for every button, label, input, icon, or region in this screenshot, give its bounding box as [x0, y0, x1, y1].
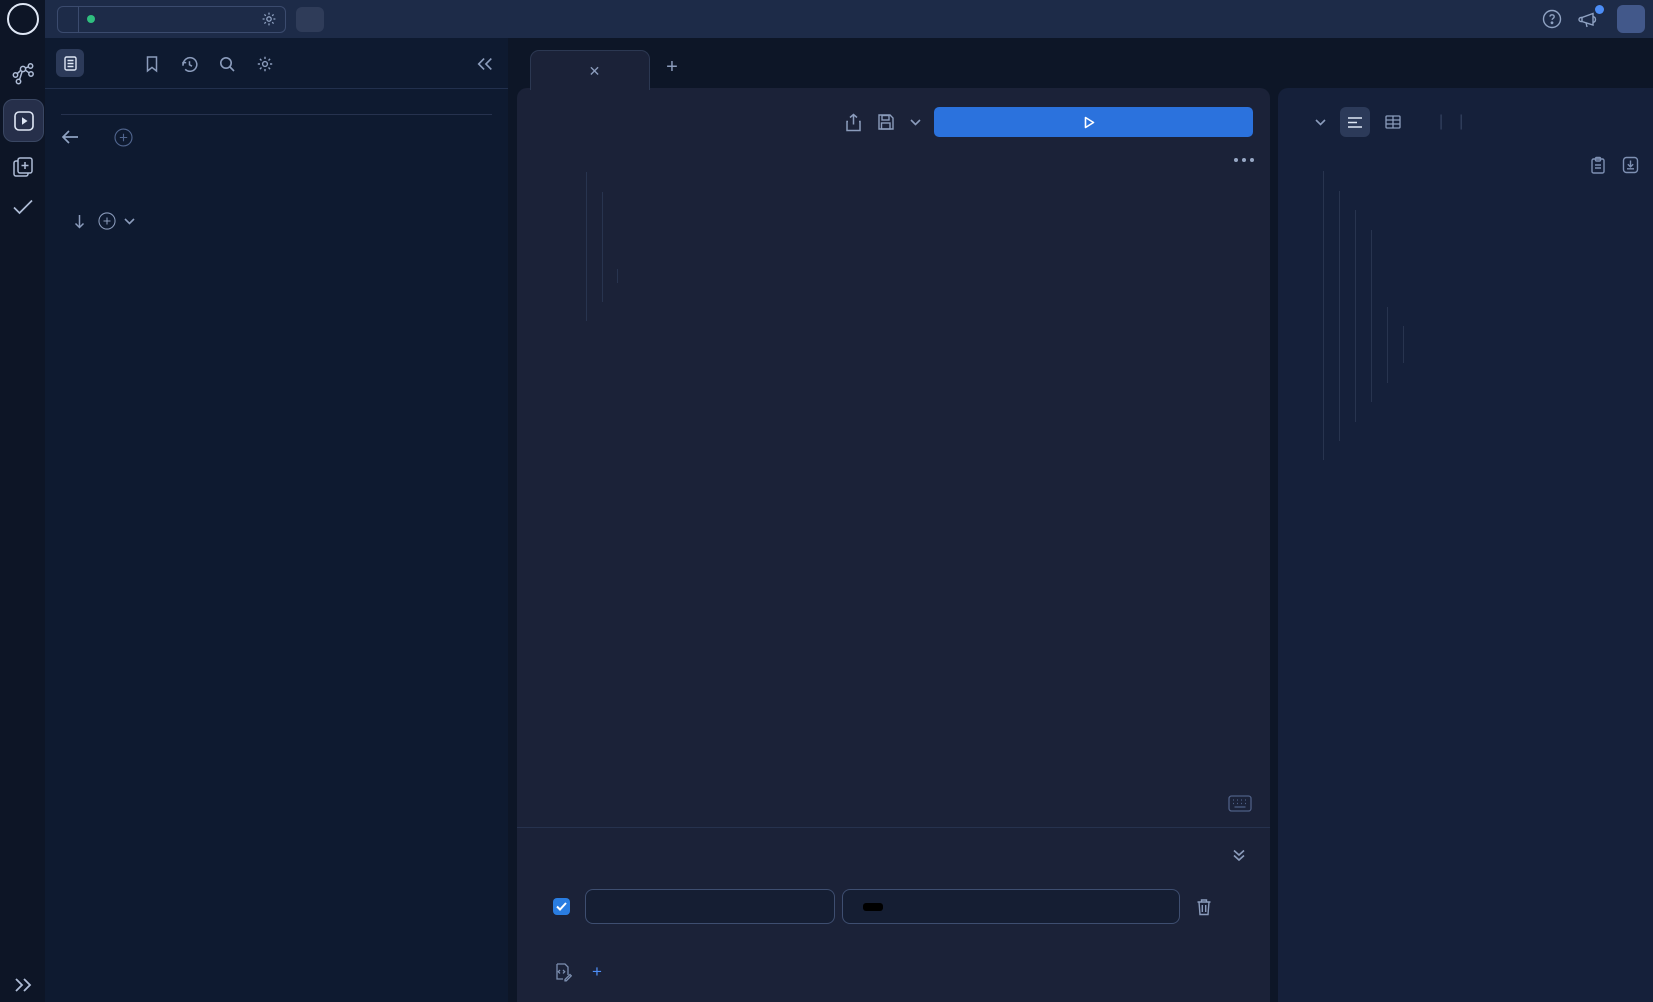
schema-graph-icon[interactable]	[9, 60, 36, 87]
headers-footer: +	[553, 962, 1208, 982]
header-value-input[interactable]	[842, 889, 1180, 924]
endpoint-group	[57, 6, 286, 33]
indent-guide	[617, 269, 618, 283]
list-view-icon[interactable]	[1340, 107, 1370, 137]
collapse-chevrons-icon[interactable]	[1232, 848, 1246, 862]
operation-tab[interactable]: ✕	[530, 50, 650, 90]
divider	[61, 114, 492, 115]
trash-icon[interactable]	[1196, 898, 1212, 916]
apollo-logo-wrap	[0, 0, 45, 38]
indent-guide	[1403, 326, 1404, 363]
response-status: | |	[1423, 113, 1471, 131]
collapse-panel-icon[interactable]	[475, 55, 495, 73]
help-icon[interactable]	[1541, 8, 1563, 30]
response-json	[1320, 150, 1649, 1002]
plus-icon: +	[592, 962, 602, 982]
history-icon[interactable]	[180, 55, 199, 74]
fields-heading	[61, 211, 492, 231]
sandbox-badge	[58, 7, 79, 32]
request-settings-panel: +	[517, 827, 1270, 1002]
indent-guide	[586, 172, 587, 321]
more-options-icon[interactable]	[1234, 158, 1254, 162]
doc-type-header	[61, 123, 492, 151]
apollo-sandbox-app: { "topbar": { "logo_letter": "A", "sandb…	[0, 0, 1653, 1002]
sort-fields-icon[interactable]	[73, 214, 86, 229]
keyboard-shortcuts-icon[interactable]	[1228, 795, 1252, 812]
apollo-logo-icon[interactable]	[7, 3, 39, 35]
topbar	[0, 0, 1653, 38]
megaphone-icon[interactable]	[1578, 8, 1602, 30]
doc-body	[45, 89, 508, 231]
add-all-fields-button[interactable]	[114, 128, 133, 147]
expand-rail-icon[interactable]	[12, 975, 34, 995]
arguments-heading	[61, 165, 492, 185]
operation-panel: +	[517, 88, 1270, 1002]
checks-icon[interactable]	[9, 195, 37, 219]
indent-guide	[1371, 230, 1372, 402]
document-icon[interactable]	[56, 49, 84, 77]
chevron-down-icon[interactable]	[124, 218, 135, 225]
left-rail	[0, 38, 46, 1002]
response-header: | |	[1278, 88, 1653, 156]
connection-status-dot	[87, 15, 95, 23]
header-enabled-checkbox[interactable]	[553, 898, 570, 915]
response-panel: | |	[1278, 88, 1653, 1002]
doc-toolbar	[45, 38, 508, 89]
response-dropdown-chevron-icon[interactable]	[1315, 119, 1326, 126]
indent-guide	[1355, 210, 1356, 422]
documentation-panel	[45, 38, 508, 1002]
checkbox-check-icon	[556, 902, 567, 911]
table-view-icon[interactable]	[1378, 107, 1408, 137]
new-tab-button[interactable]: +	[660, 56, 684, 80]
operation-actions	[845, 113, 921, 132]
settings-gear-icon[interactable]	[256, 55, 274, 73]
indent-guide	[1339, 191, 1340, 441]
indent-guide	[1323, 171, 1324, 460]
new-header-button[interactable]: +	[592, 962, 611, 982]
back-arrow-icon[interactable]	[61, 130, 79, 144]
save-icon[interactable]	[877, 113, 895, 131]
bookmark-icon[interactable]	[144, 55, 160, 73]
auth-token-value[interactable]	[863, 903, 883, 911]
run-operation-button[interactable]	[934, 107, 1253, 137]
script-file-icon[interactable]	[553, 962, 572, 982]
publish-button[interactable]	[296, 7, 324, 32]
close-tab-icon[interactable]: ✕	[589, 64, 601, 78]
notification-dot	[1595, 5, 1604, 14]
topbar-right	[1541, 5, 1653, 33]
operation-collections-icon[interactable]	[10, 154, 36, 180]
header-name-input[interactable]	[585, 889, 835, 924]
add-fields-icon[interactable]	[98, 212, 116, 230]
run-play-icon	[1084, 116, 1095, 129]
login-button[interactable]	[1617, 5, 1645, 33]
header-row	[553, 888, 1212, 925]
share-icon[interactable]	[845, 113, 862, 132]
operation-header	[517, 88, 1270, 156]
explorer-play-icon[interactable]	[3, 99, 44, 142]
indent-guide	[602, 192, 603, 302]
endpoint-url-box[interactable]	[79, 7, 285, 32]
save-options-chevron-icon[interactable]	[910, 119, 921, 126]
search-icon[interactable]	[218, 55, 236, 73]
graphql-editor[interactable]	[517, 150, 1270, 828]
url-settings-gear-icon[interactable]	[261, 11, 277, 27]
indent-guide	[1387, 307, 1388, 383]
